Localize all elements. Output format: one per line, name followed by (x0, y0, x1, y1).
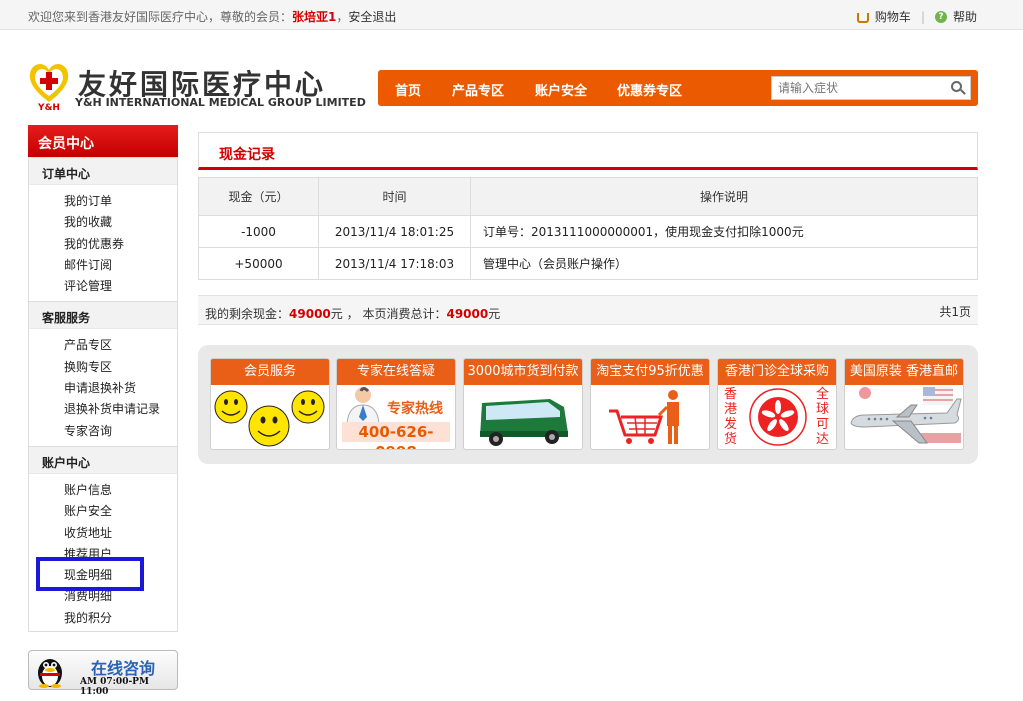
logout-link[interactable]: 安全退出 (348, 10, 396, 24)
welcome-message: 欢迎您来到香港友好国际医疗中心，尊敬的会员：张培亚1，安全退出 (28, 8, 396, 25)
total-value: 49000 (446, 307, 489, 321)
sidebar-item-return-records[interactable]: 退换补货申请记录 (29, 399, 177, 420)
tile-title: 会员服务 (211, 359, 329, 385)
sidebar-item-reviews[interactable]: 评论管理 (29, 276, 177, 297)
col-description: 操作说明 (470, 177, 978, 216)
sidebar-section-service: 客服服务 (29, 301, 177, 330)
nav-account-security[interactable]: 账户安全 (535, 80, 587, 99)
main-nav: 首页 产品专区 账户安全 优惠券专区 (378, 70, 978, 106)
consult-hours: AM 07:00-PM 11:00 (80, 677, 149, 697)
cell-amount: +50000 (198, 247, 319, 280)
cell-amount: -1000 (198, 215, 319, 248)
page-title: 现金记录 (219, 147, 275, 163)
search-box (771, 76, 971, 100)
member-sidebar: 会员中心 订单中心 我的订单 我的收藏 我的优惠券 邮件订阅 评论管理 客服服务… (28, 125, 178, 632)
cart-icon[interactable] (856, 12, 869, 23)
cell-description: 订单号：2013111000000001，使用现金支付扣除1000元 (470, 215, 978, 248)
tile-title: 3000城市货到付款 (464, 359, 582, 385)
delivery-van-icon (480, 399, 568, 446)
tile-taobao-discount[interactable]: 淘宝支付95折优惠 (590, 358, 710, 450)
hotline-number: 400-626-0998 (342, 422, 450, 449)
page-count: 共1页 (939, 305, 971, 319)
logo-mark-icon: Y&H (29, 64, 69, 112)
site-logo[interactable]: Y&H 友好国际医疗中心 Y&H INTERNATIONAL MEDICAL G… (27, 60, 366, 112)
cell-time: 2013/11/4 17:18:03 (318, 247, 471, 280)
top-bar: 欢迎您来到香港友好国际医疗中心，尊敬的会员：张培亚1，安全退出 购物车 | ? … (0, 0, 1023, 30)
balance-label: 我的剩余现金： (205, 307, 290, 321)
consult-label: 在线咨询 (91, 659, 156, 678)
hk-right-text: 全球可达 (816, 387, 830, 447)
sidebar-section-account: 账户中心 (29, 445, 177, 474)
page-title-box: 现金记录 (198, 132, 978, 170)
sidebar-title: 会员中心 (28, 125, 178, 157)
total-label: 本页消费总计： (362, 307, 447, 321)
tile-title: 美国原装 香港直邮 (845, 359, 963, 385)
comma: ， (336, 10, 349, 24)
airplane-icon (850, 387, 962, 444)
doctor-icon (346, 387, 380, 423)
tile-art: 香港发货 全球可达 (718, 385, 836, 449)
divider: | (920, 9, 925, 24)
svg-text:Y&H: Y&H (37, 103, 60, 112)
nav-coupons[interactable]: 优惠券专区 (617, 80, 682, 99)
cash-records-table: 现金（元） 时间 操作说明 -1000 2013/11/4 18:01:25 订… (198, 177, 978, 280)
col-amount: 现金（元） (198, 177, 319, 216)
hk-emblem-icon (749, 388, 807, 446)
qq-penguin-icon (38, 659, 62, 688)
nav-home[interactable]: 首页 (395, 80, 421, 99)
total-unit: 元 (488, 307, 501, 321)
online-consult-button[interactable]: 在线咨询 AM 07:00-PM 11:00 (28, 650, 178, 697)
nav-products[interactable]: 产品专区 (452, 80, 504, 99)
tile-us-original-direct[interactable]: 美国原装 香港直邮 (844, 358, 964, 450)
selection-highlight (36, 557, 144, 591)
summary-separator: ， (346, 307, 359, 321)
hk-left-text: 香港发货 (724, 387, 738, 447)
sidebar-item-account-security[interactable]: 账户安全 (29, 501, 177, 522)
tile-title: 专家在线答疑 (337, 359, 455, 385)
sidebar-item-address[interactable]: 收货地址 (29, 523, 177, 544)
sidebar-item-exchange[interactable]: 换购专区 (29, 357, 177, 378)
help-icon[interactable]: ? (934, 10, 947, 23)
welcome-text: 欢迎您来到香港友好国际医疗中心，尊敬的会员： (28, 10, 293, 24)
sidebar-item-favorites[interactable]: 我的收藏 (29, 212, 177, 233)
search-input[interactable] (772, 77, 942, 99)
sidebar-item-my-orders[interactable]: 我的订单 (29, 191, 177, 212)
sidebar-item-email-subscription[interactable]: 邮件订阅 (29, 255, 177, 276)
sidebar-item-expert-consult[interactable]: 专家咨询 (29, 421, 177, 442)
sidebar-item-account-info[interactable]: 账户信息 (29, 480, 177, 501)
help-link[interactable]: 帮助 (953, 8, 977, 25)
tile-title: 淘宝支付95折优惠 (591, 359, 709, 385)
sidebar-item-return-request[interactable]: 申请退换补货 (29, 378, 177, 399)
table-row: +50000 2013/11/4 17:18:03 管理中心（会员账户操作） (198, 247, 978, 280)
cell-time: 2013/11/4 18:01:25 (318, 215, 471, 248)
hotline-label: 专家热线 (387, 401, 443, 417)
sidebar-section-orders: 订单中心 (29, 157, 177, 185)
smiley-faces-icon (214, 390, 325, 447)
tile-title: 香港门诊全球采购 (718, 359, 836, 385)
service-banner: 会员服务 专家在线答疑 专家热线 400-626- 3000城市货到付款 淘宝支… (198, 345, 978, 464)
cell-description: 管理中心（会员账户操作） (470, 247, 978, 280)
balance-value: 49000 (289, 307, 331, 321)
sidebar-item-coupons[interactable]: 我的优惠券 (29, 234, 177, 255)
table-row: -1000 2013/11/4 18:01:25 订单号：20131110000… (198, 215, 978, 248)
table-header: 现金（元） 时间 操作说明 (198, 177, 978, 216)
logo-english-name: Y&H INTERNATIONAL MEDICAL GROUP LIMITED (75, 96, 366, 109)
col-time: 时间 (318, 177, 471, 216)
username[interactable]: 张培亚1 (292, 10, 336, 24)
tile-art: 专家热线 400-626-0998 (337, 385, 455, 449)
sidebar-item-products[interactable]: 产品专区 (29, 335, 177, 356)
balance-unit: 元 (330, 307, 343, 321)
main-content: 现金记录 现金（元） 时间 操作说明 -1000 2013/11/4 18:01… (198, 132, 978, 464)
shopping-cart-icon (609, 390, 679, 444)
tile-hk-global-purchase[interactable]: 香港门诊全球采购 香港发货 全球可达 (717, 358, 837, 450)
cart-link[interactable]: 购物车 (875, 8, 911, 25)
tile-member-service[interactable]: 会员服务 (210, 358, 330, 450)
tile-expert-answers[interactable]: 专家在线答疑 专家热线 400-626-0998 (336, 358, 456, 450)
search-icon[interactable] (951, 81, 962, 92)
sidebar-item-points[interactable]: 我的积分 (29, 608, 177, 629)
top-links: 购物车 | ? 帮助 (856, 8, 977, 25)
cash-summary: 我的剩余现金：49000元 ， 本页消费总计：49000元 共1页 (198, 295, 978, 325)
tile-cash-on-delivery[interactable]: 3000城市货到付款 (463, 358, 583, 450)
